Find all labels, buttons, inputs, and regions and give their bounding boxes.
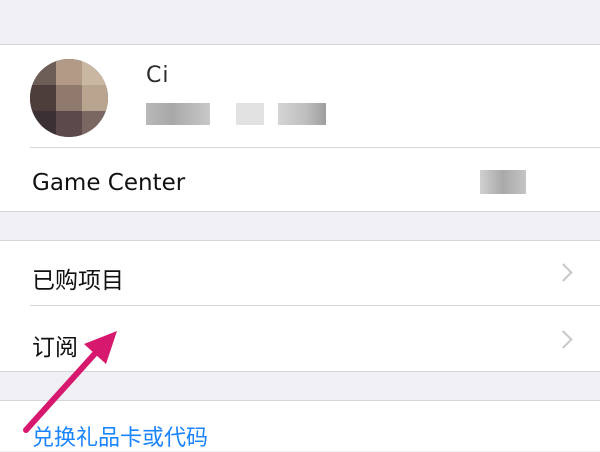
account-email-blurred [146,103,210,125]
account-name: Ci [146,63,170,88]
purchased-row[interactable]: 已购项目 [0,241,600,305]
subscriptions-row[interactable]: 订阅 [0,306,600,371]
profile-row[interactable]: Ci [0,45,600,147]
account-email-blurred-3 [278,103,326,125]
account-email-blurred-2 [236,103,264,125]
account-group: Ci Game Center [0,44,600,212]
game-center-label: Game Center [32,170,186,196]
purchases-group: 已购项目 订阅 [0,240,600,372]
purchased-label: 已购项目 [32,268,124,294]
game-center-value-blurred [480,170,526,194]
subscriptions-label: 订阅 [32,335,78,361]
chevron-right-icon [554,330,573,349]
redeem-gift-card-link[interactable]: 兑换礼品卡或代码 [32,420,208,452]
account-screen: Ci Game Center 已购项目 订阅 兑换礼品卡或代码 [0,0,600,452]
chevron-right-icon [554,263,573,282]
avatar [30,59,108,137]
game-center-row[interactable]: Game Center [0,148,600,211]
